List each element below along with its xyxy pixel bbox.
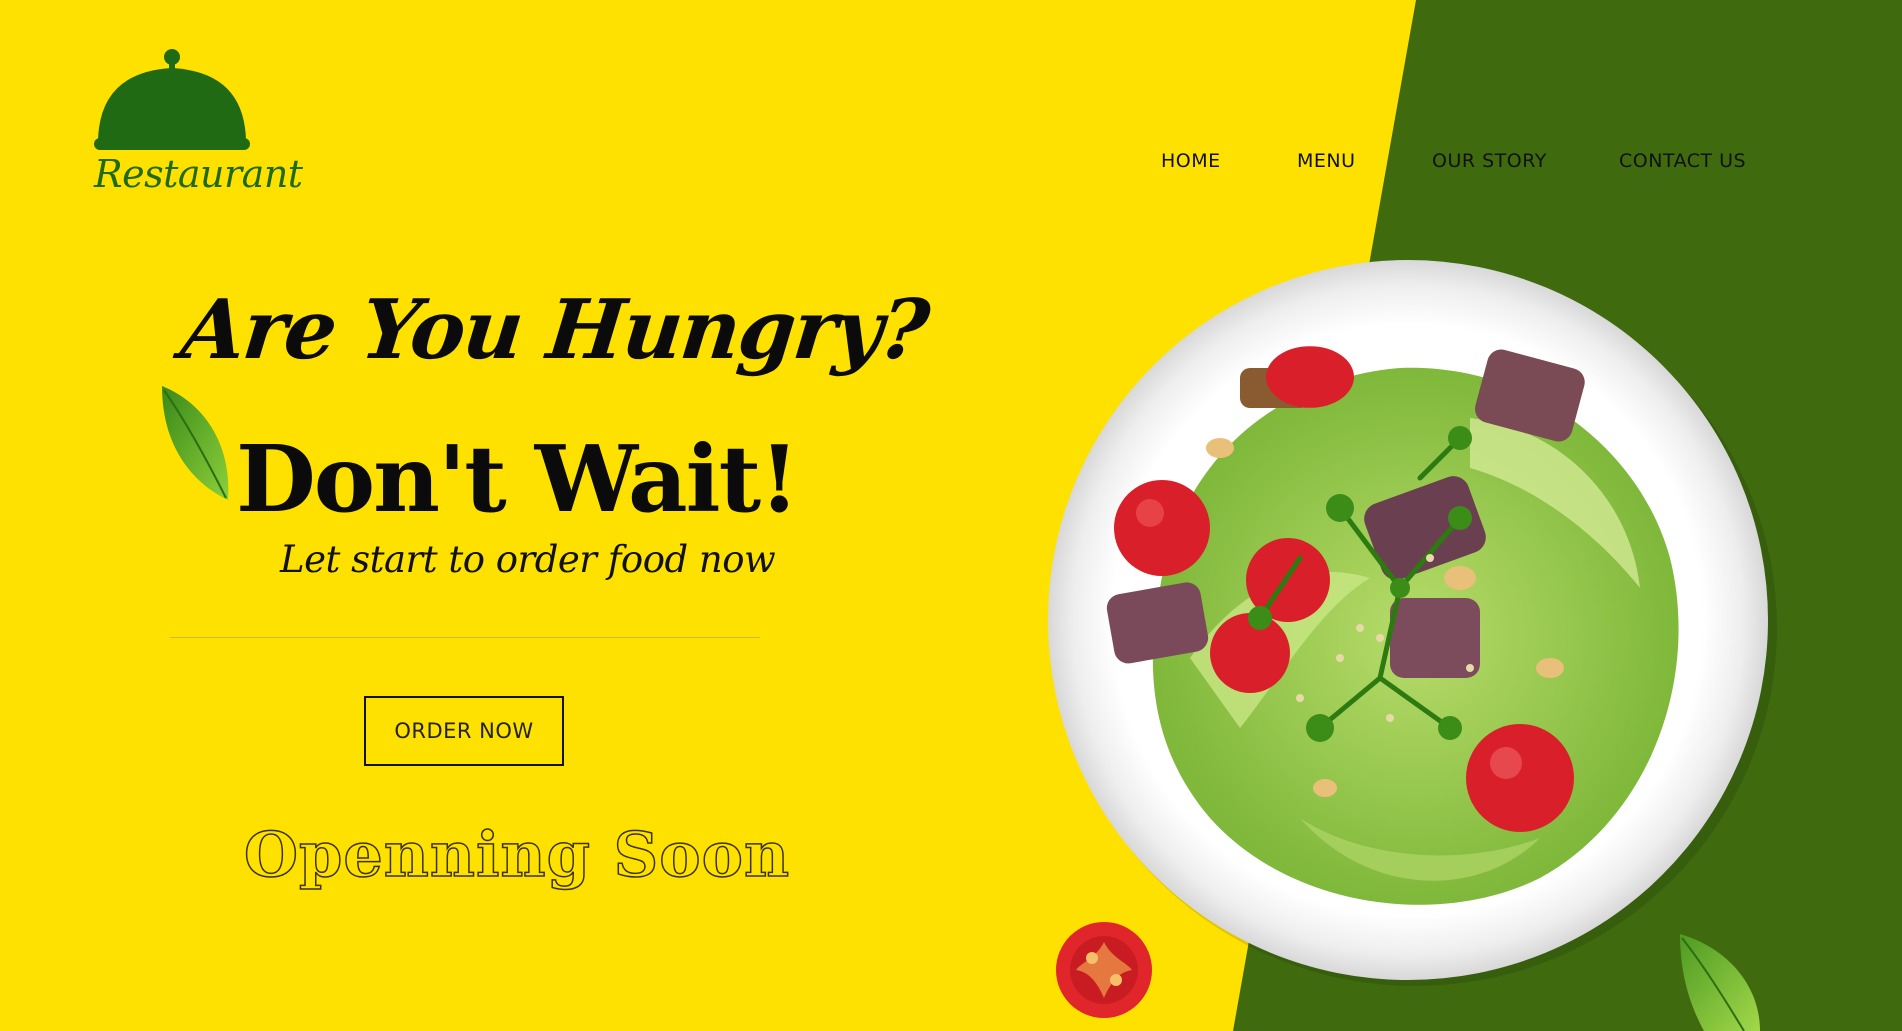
salad-bowl-image [1048, 260, 1777, 986]
landing-page: Restaurant HOME MENU OUR STORY CONTACT U… [0, 0, 1902, 1031]
order-now-button[interactable]: ORDER NOW [364, 696, 564, 766]
divider [170, 637, 760, 638]
cloche-icon [94, 49, 250, 150]
logo[interactable]: Restaurant [92, 48, 303, 198]
nav-menu[interactable]: MENU [1297, 150, 1356, 172]
opening-soon-text: Openning Soon [243, 817, 791, 892]
nav-home[interactable]: HOME [1161, 150, 1221, 172]
logo-text: Restaurant [94, 152, 303, 196]
hero-tagline: Let start to order food now [280, 538, 776, 581]
nav-our-story[interactable]: OUR STORY [1432, 150, 1547, 172]
hero-subtitle: Don't Wait! [236, 425, 799, 533]
basil-leaf-bottom-image [1680, 934, 1760, 1031]
hero-title: Are You Hungry? [176, 282, 932, 378]
nav-contact-us[interactable]: CONTACT US [1619, 150, 1746, 172]
tomato-image [1056, 922, 1152, 1018]
basil-leaf-image [162, 386, 229, 500]
